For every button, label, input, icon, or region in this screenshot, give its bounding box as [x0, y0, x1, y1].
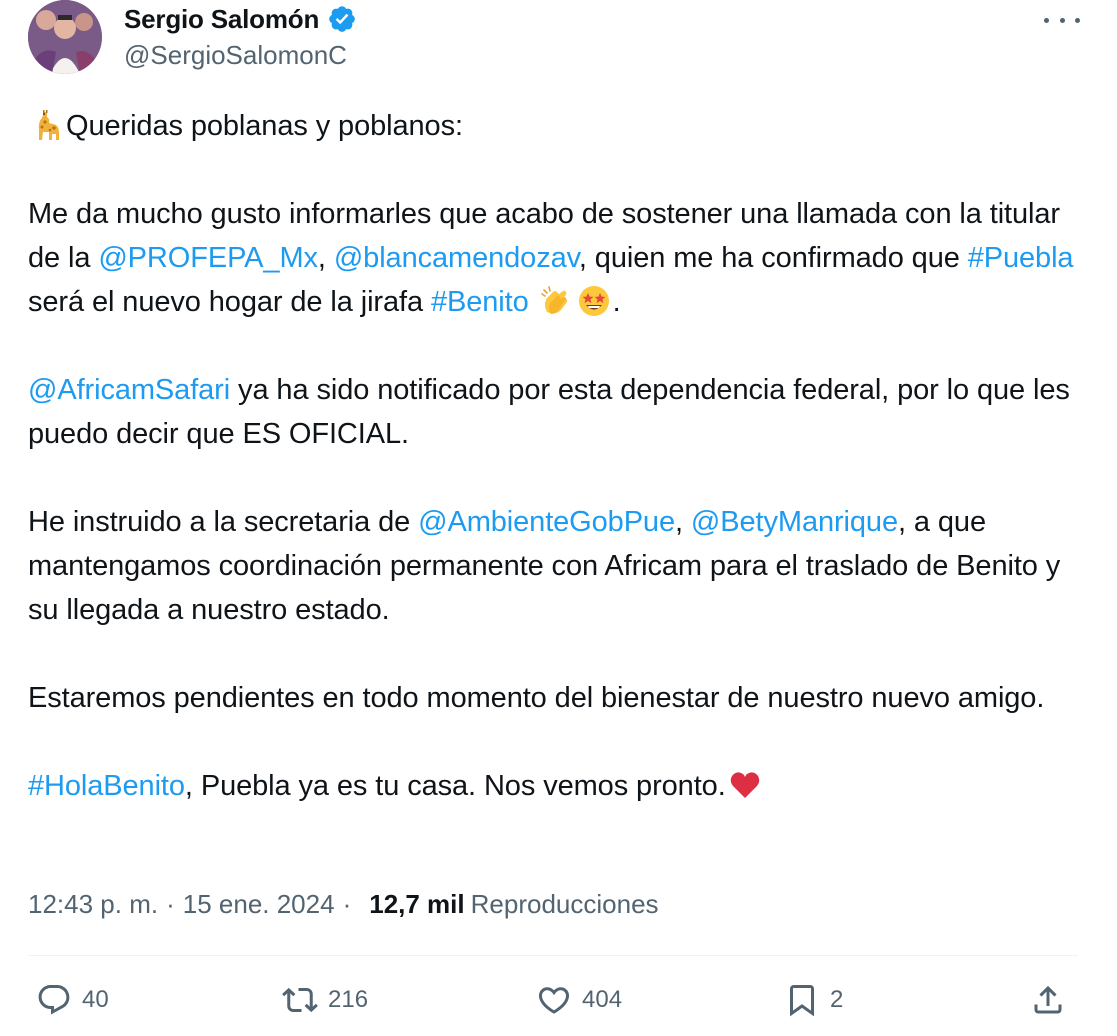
- tweet-paragraph: He instruido a la secretaria de @Ambient…: [28, 500, 1098, 632]
- bookmark-button[interactable]: 2: [784, 980, 843, 1020]
- reply-icon: [36, 982, 72, 1018]
- star-struck-emoji-icon: [577, 284, 611, 318]
- like-button[interactable]: 404: [536, 980, 622, 1020]
- author-name-row: Sergio Salomón: [124, 2, 357, 36]
- tweet-text-segment: He instruido a la secretaria de: [28, 506, 419, 538]
- meta-separator: ·: [342, 889, 352, 919]
- tweet-date[interactable]: 15 ene. 2024: [183, 889, 335, 920]
- views-count: 12,7 mil: [369, 889, 465, 919]
- views-label: Reproducciones: [470, 889, 659, 919]
- tweet-text-segment: , quien me ha confirmado que: [578, 242, 968, 274]
- avatar[interactable]: [28, 0, 102, 74]
- giraffe-emoji-icon: [30, 108, 64, 142]
- bookmark-icon: [784, 982, 820, 1018]
- hashtag-link[interactable]: #Puebla: [968, 242, 1074, 274]
- more-options-icon[interactable]: [1044, 10, 1080, 30]
- clapping-hands-emoji-icon: [539, 284, 573, 318]
- tweet-text-segment: será el nuevo hogar de la jirafa: [28, 286, 431, 318]
- tweet-text-segment: ,: [675, 506, 691, 538]
- repost-count: 216: [328, 986, 369, 1013]
- mention-link[interactable]: @PROFEPA_Mx: [98, 242, 318, 274]
- heart-icon: [536, 982, 572, 1018]
- tweet-paragraph: Estaremos pendientes en todo momento del…: [28, 676, 1098, 720]
- red-heart-emoji-icon: [728, 768, 762, 802]
- tweet-time[interactable]: 12:43 p. m.: [28, 889, 158, 920]
- tweet-text-segment: Estaremos pendientes en todo momento del…: [28, 682, 1045, 714]
- share-icon: [1030, 982, 1066, 1018]
- author-handle[interactable]: @SergioSalomonC: [124, 40, 347, 71]
- share-button[interactable]: [1030, 980, 1066, 1020]
- bookmark-count: 2: [830, 986, 844, 1013]
- display-name[interactable]: Sergio Salomón: [124, 4, 319, 35]
- mention-link[interactable]: @BetyManrique: [691, 506, 898, 538]
- tweet-text: Queridas poblanas y poblanos: Me da much…: [28, 104, 1098, 808]
- verified-badge-icon[interactable]: [327, 4, 357, 34]
- avatar-photo: [28, 0, 102, 74]
- like-count: 404: [582, 986, 623, 1013]
- reply-count: 40: [82, 986, 109, 1013]
- tweet-paragraph: @AfricamSafari ya ha sido notificado por…: [28, 368, 1098, 456]
- repost-icon: [282, 982, 318, 1018]
- tweet-text-segment: ,: [317, 242, 334, 274]
- reply-button[interactable]: 40: [36, 980, 109, 1020]
- mention-link[interactable]: @AfricamSafari: [28, 374, 230, 406]
- mention-link[interactable]: @blancamendozav: [334, 242, 579, 274]
- divider: [28, 955, 1078, 956]
- repost-button[interactable]: 216: [282, 980, 368, 1020]
- meta-separator: ·: [166, 889, 175, 919]
- tweet-paragraph: Queridas poblanas y poblanos:: [28, 104, 1098, 148]
- mention-link[interactable]: @AmbienteGobPue: [418, 506, 675, 538]
- hashtag-link[interactable]: #Benito: [431, 286, 529, 318]
- tweet-metadata: 12:43 p. m. · 15 ene. 2024 · 12,7 mil Re…: [28, 889, 659, 920]
- tweet-paragraph: #HolaBenito, Puebla ya es tu casa. Nos v…: [28, 764, 1098, 808]
- tweet-text-segment: .: [612, 286, 621, 318]
- hashtag-link[interactable]: #HolaBenito: [28, 770, 185, 802]
- greeting-text: Queridas poblanas y poblanos:: [66, 110, 463, 142]
- tweet-text-segment: , Puebla ya es tu casa. Nos vemos pronto…: [184, 770, 726, 802]
- tweet-paragraph: Me da mucho gusto informarles que acabo …: [28, 192, 1098, 324]
